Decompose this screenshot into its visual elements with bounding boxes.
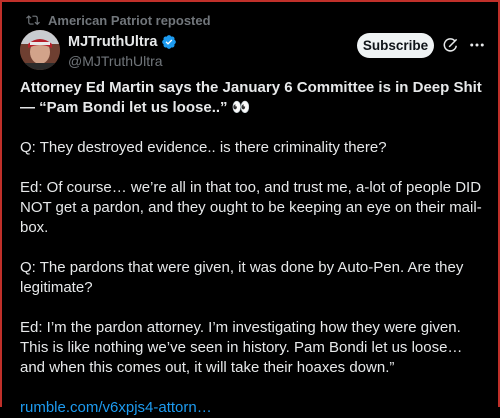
avatar-image: [20, 30, 60, 70]
post-link[interactable]: rumble.com/v6xpjs4-attorn…: [20, 398, 486, 418]
subscribe-button[interactable]: Subscribe: [357, 33, 434, 58]
author-name[interactable]: MJTruthUltra: [68, 34, 157, 50]
repost-indicator[interactable]: American Patriot reposted: [26, 10, 211, 30]
post-paragraph: Ed: Of course… we’re all in that too, an…: [20, 179, 482, 236]
verified-badge-icon: [162, 34, 177, 49]
author-handle[interactable]: @MJTruthUltra: [68, 53, 177, 69]
post-body: Attorney Ed Martin says the January 6 Co…: [20, 78, 486, 418]
grok-icon[interactable]: [442, 36, 460, 54]
post-paragraph: Q: The pardons that were given, it was d…: [20, 259, 464, 296]
more-options-icon[interactable]: [468, 36, 486, 54]
repost-label: American Patriot reposted: [48, 12, 211, 28]
post-title: Attorney Ed Martin says the January 6 Co…: [20, 79, 482, 116]
post-paragraph: Q: They destroyed evidence.. is there cr…: [20, 139, 387, 156]
post-paragraph: Ed: I’m the pardon attorney. I’m investi…: [20, 319, 463, 376]
avatar[interactable]: [20, 30, 60, 70]
repost-icon: [26, 15, 40, 26]
